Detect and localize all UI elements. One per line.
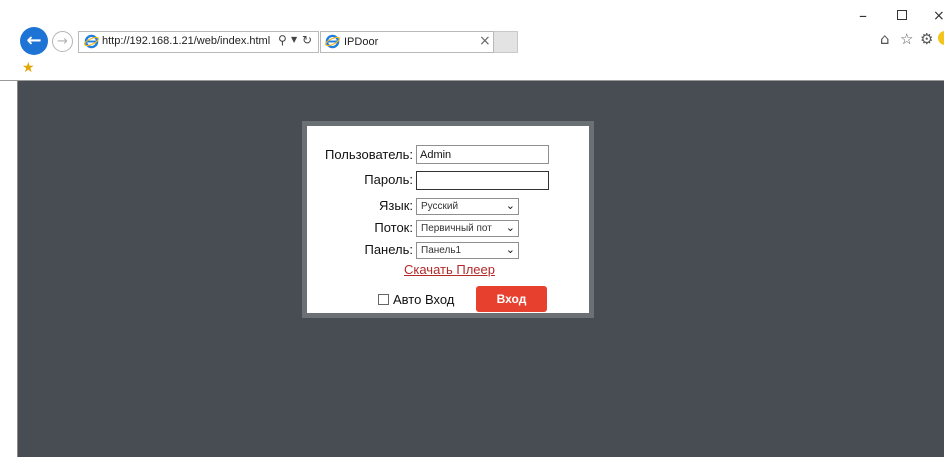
download-player-link[interactable]: Скачать Плеер [404,262,495,277]
home-icon[interactable]: ⌂ [880,30,890,48]
chevron-down-icon: ⌄ [505,243,515,256]
panel-label: Панель: [364,242,413,257]
language-label: Язык: [379,198,413,213]
left-margin [0,81,18,457]
url-text: http://192.168.1.21/web/index.html [102,35,271,47]
login-panel: Пользователь: Пароль: Язык: Русский ⌄ По… [307,126,589,313]
language-value: Русский [421,201,459,212]
favorites-icon[interactable]: ★ [22,60,35,76]
address-bar[interactable]: http://192.168.1.21/web/index.html ⚲ ▼ ↻ [78,31,319,53]
password-input[interactable] [416,171,549,190]
auto-login-label: Авто Вход [393,292,455,307]
chevron-down-icon: ⌄ [505,221,515,234]
smiley-icon[interactable] [938,31,944,45]
refresh-icon[interactable]: ↻ [302,33,312,47]
minimize-button[interactable]: – [859,6,867,25]
auto-login-checkbox[interactable]: Авто Вход [378,292,454,307]
login-button[interactable]: Вход [476,286,547,312]
stream-select[interactable]: Первичный пот ⌄ [416,220,519,237]
chevron-down-icon[interactable]: ▼ [291,35,297,44]
password-label: Пароль: [364,172,413,187]
panel-value: Панель1 [421,245,462,256]
new-tab-button[interactable] [494,31,518,53]
tab-title: IPDoor [344,36,379,48]
user-label: Пользователь: [325,147,413,162]
user-input[interactable] [416,145,549,164]
tab-ipdoor[interactable]: IPDoor × [320,31,494,53]
close-icon[interactable]: × [479,33,491,49]
checkbox[interactable] [378,294,389,305]
stream-value: Первичный пот [421,223,492,234]
browser-toolbar: – × ← → http://192.168.1.21/web/index.ht… [0,0,944,80]
maximize-button[interactable] [897,10,907,20]
browser-window: – × ← → http://192.168.1.21/web/index.ht… [0,0,944,457]
back-arrow-icon[interactable]: ← [20,27,48,55]
search-icon[interactable]: ⚲ [278,33,287,47]
forward-arrow-icon[interactable]: → [52,31,73,52]
close-window-button[interactable]: × [933,8,944,24]
language-select[interactable]: Русский ⌄ [416,198,519,215]
login-frame: Пользователь: Пароль: Язык: Русский ⌄ По… [302,121,594,318]
chevron-down-icon: ⌄ [505,199,515,212]
ie-icon [325,34,340,49]
stream-label: Поток: [374,220,413,235]
panel-select[interactable]: Панель1 ⌄ [416,242,519,259]
ie-icon [84,34,99,49]
star-icon[interactable]: ☆ [900,30,913,48]
gear-icon[interactable]: ⚙ [920,30,933,48]
